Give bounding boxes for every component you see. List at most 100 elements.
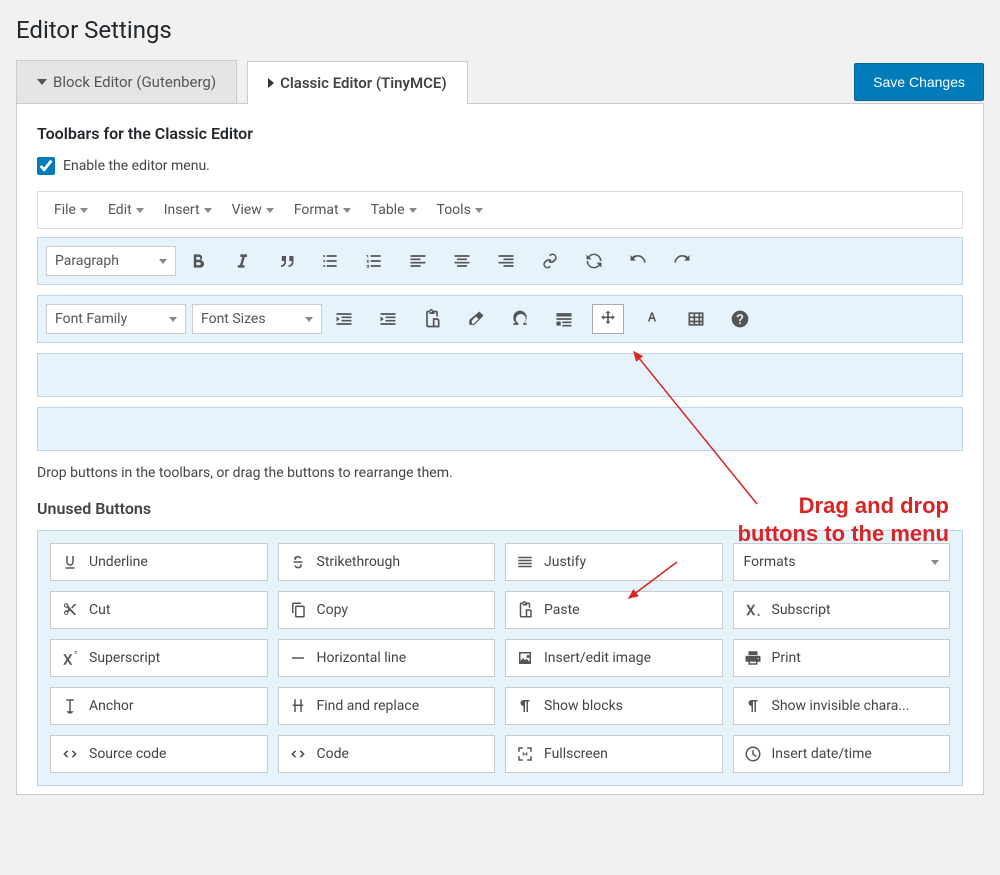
menu-table[interactable]: Table (363, 200, 425, 220)
toolbar-row-1[interactable]: Paragraph (37, 237, 963, 285)
unused-anchor[interactable]: Anchor (50, 687, 268, 725)
code-icon (61, 745, 79, 763)
strike-icon (289, 553, 307, 571)
undo-button[interactable] (622, 246, 654, 276)
unused-buttons-grid: Underline Strikethrough Justify Formats Cut C… (37, 530, 963, 786)
menu-label: Tools (437, 202, 471, 218)
unused-label: Copy (317, 602, 485, 618)
cut-icon (61, 601, 79, 619)
paragraph-dropdown[interactable]: Paragraph (46, 246, 176, 276)
paragraph-label: Paragraph (55, 253, 119, 269)
unused-cut[interactable]: Cut (50, 591, 268, 629)
unused-invisible[interactable]: Show invisible chara... (733, 687, 951, 725)
invisible-icon (744, 697, 762, 715)
unused-copy[interactable]: Copy (278, 591, 496, 629)
code-icon (289, 745, 307, 763)
menu-format[interactable]: Format (286, 200, 359, 220)
toolbar-row-4[interactable] (37, 407, 963, 451)
save-changes-button[interactable]: Save Changes (854, 63, 984, 101)
print-icon (744, 649, 762, 667)
chevron-down-icon (266, 208, 274, 213)
omega-button[interactable] (504, 304, 536, 334)
font-family-dropdown[interactable]: Font Family (46, 304, 186, 334)
unused-label: Paste (544, 602, 712, 618)
indent-button[interactable] (372, 304, 404, 334)
unused-heading: Unused Buttons (37, 499, 963, 518)
menu-tools[interactable]: Tools (429, 200, 491, 220)
page-title: Editor Settings (2, 2, 998, 60)
caret-down-icon (37, 79, 47, 85)
menu-file[interactable]: File (46, 200, 96, 220)
menu-edit[interactable]: Edit (100, 200, 152, 220)
underline-icon (61, 553, 79, 571)
outdent-button[interactable] (328, 304, 360, 334)
unused-justify[interactable]: Justify (505, 543, 723, 581)
unused-hline[interactable]: Horizontal line (278, 639, 496, 677)
retry-button[interactable] (578, 246, 610, 276)
ul-button[interactable] (314, 246, 346, 276)
unused-label: Superscript (89, 650, 257, 666)
eraser-button[interactable] (460, 304, 492, 334)
unused-underline[interactable]: Underline (50, 543, 268, 581)
align-left-button[interactable] (402, 246, 434, 276)
unused-print[interactable]: Print (733, 639, 951, 677)
table-button[interactable] (680, 304, 712, 334)
chevron-down-icon (159, 259, 167, 264)
unused-label: Strikethrough (317, 554, 485, 570)
menu-label: View (232, 202, 262, 218)
menu-insert[interactable]: Insert (156, 200, 220, 220)
unused-superscript[interactable]: Superscript (50, 639, 268, 677)
hline-icon (289, 649, 307, 667)
enable-menu-checkbox[interactable] (37, 157, 55, 175)
superscript-icon (61, 649, 79, 667)
copy-icon (289, 601, 307, 619)
redo-button[interactable] (666, 246, 698, 276)
ol-button[interactable] (358, 246, 390, 276)
unused-pilcrow[interactable]: Show blocks (505, 687, 723, 725)
font-family-label: Font Family (55, 311, 127, 327)
toolbar-row-3[interactable] (37, 353, 963, 397)
pilcrow-icon (516, 697, 534, 715)
toolbar-row-2[interactable]: Font Family Font Sizes (37, 295, 963, 343)
blockquote-button[interactable] (270, 246, 302, 276)
unused-paste[interactable]: Paste (505, 591, 723, 629)
help-button[interactable] (724, 304, 756, 334)
textcolor-button[interactable] (636, 304, 668, 334)
align-right-button[interactable] (490, 246, 522, 276)
unused-label: Formats (744, 554, 922, 570)
unused-code[interactable]: Source code (50, 735, 268, 773)
move-button[interactable] (592, 304, 624, 334)
unused-label: Fullscreen (544, 746, 712, 762)
unused-clock[interactable]: Insert date/time (733, 735, 951, 773)
unused-fullscreen[interactable]: Fullscreen (505, 735, 723, 773)
enable-menu-label: Enable the editor menu. (63, 158, 210, 174)
chevron-down-icon (305, 317, 313, 322)
tab-classic-editor[interactable]: Classic Editor (TinyMCE) (247, 61, 468, 104)
link-button[interactable] (534, 246, 566, 276)
paste-button[interactable] (416, 304, 448, 334)
unused-label: Source code (89, 746, 257, 762)
align-center-button[interactable] (446, 246, 478, 276)
font-sizes-dropdown[interactable]: Font Sizes (192, 304, 322, 334)
paste-icon (516, 601, 534, 619)
unused-label: Show blocks (544, 698, 712, 714)
chevron-down-icon (931, 560, 939, 565)
unused-subscript[interactable]: Subscript (733, 591, 951, 629)
fullscreen-icon (516, 745, 534, 763)
unused-find[interactable]: Find and replace (278, 687, 496, 725)
italic-button[interactable] (226, 246, 258, 276)
unused-label: Print (772, 650, 940, 666)
unused-label: Show invisible chara... (772, 698, 940, 714)
menu-view[interactable]: View (224, 200, 282, 220)
editor-menubar: File Edit Insert View FormatTable Tools (37, 191, 963, 229)
font-sizes-label: Font Sizes (201, 311, 266, 327)
bold-button[interactable] (182, 246, 214, 276)
tab-block-editor[interactable]: Block Editor (Gutenberg) (16, 60, 237, 103)
unused-code[interactable]: Code (278, 735, 496, 773)
menu-label: Edit (108, 202, 132, 218)
drop-hint: Drop buttons in the toolbars, or drag th… (37, 465, 963, 481)
unused-image[interactable]: Insert/edit image (505, 639, 723, 677)
unused-strike[interactable]: Strikethrough (278, 543, 496, 581)
unused-formats[interactable]: Formats (733, 543, 951, 581)
hr-button[interactable] (548, 304, 580, 334)
